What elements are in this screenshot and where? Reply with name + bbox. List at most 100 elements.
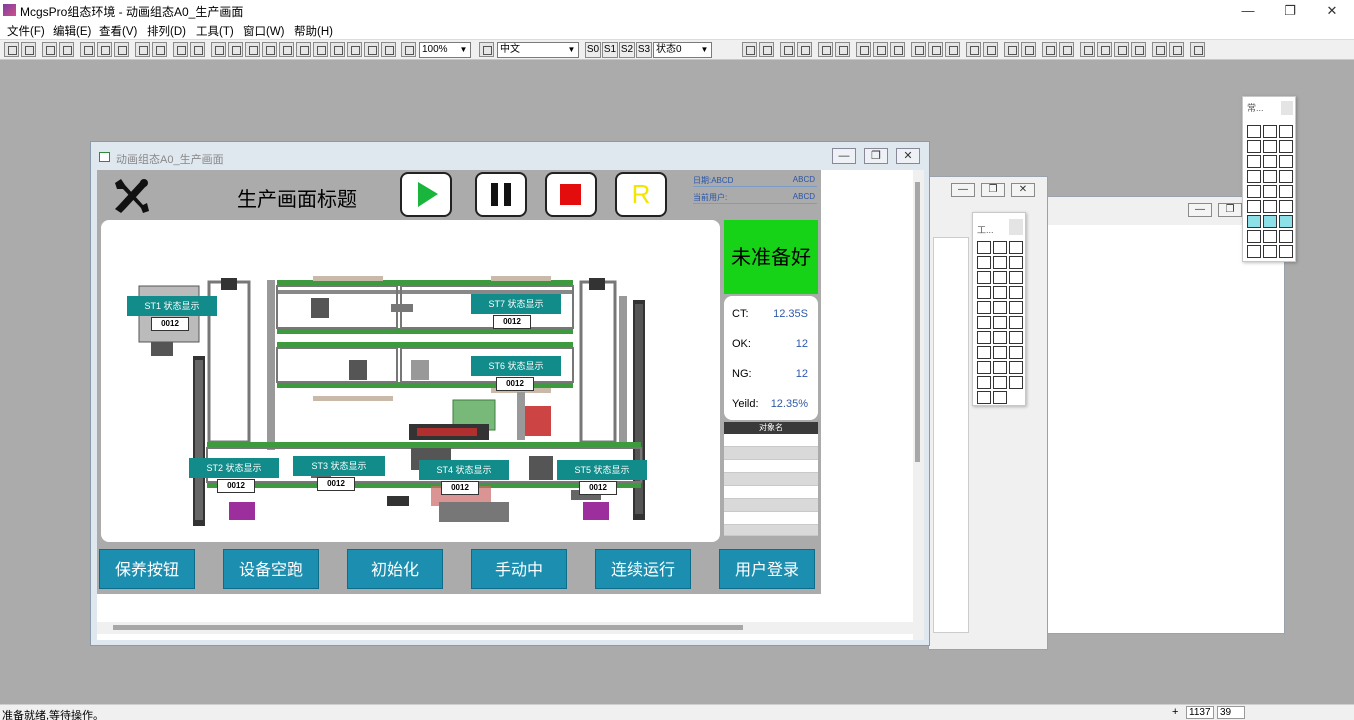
redo-icon[interactable] xyxy=(152,42,167,57)
palette-close-icon[interactable] xyxy=(1009,219,1023,235)
ellipse-icon[interactable] xyxy=(1009,256,1023,269)
wrench-icon[interactable] xyxy=(111,177,151,215)
stop-button[interactable] xyxy=(545,172,597,217)
octagon-icon[interactable] xyxy=(1279,140,1293,153)
chart-icon[interactable] xyxy=(977,346,991,359)
maintenance-button[interactable]: 保养按钮 xyxy=(99,549,195,589)
save-icon[interactable] xyxy=(21,42,36,57)
layout-icon[interactable] xyxy=(945,42,960,57)
menu-arrange[interactable]: 排列(D) xyxy=(147,23,186,39)
help-icon[interactable] xyxy=(401,42,416,57)
print-preview-icon[interactable] xyxy=(59,42,74,57)
play-small-icon[interactable] xyxy=(1279,200,1293,213)
polyline-icon[interactable] xyxy=(977,271,991,284)
common-shapes-palette[interactable]: 常... xyxy=(1242,96,1296,262)
menu-window[interactable]: 窗口(W) xyxy=(243,23,285,39)
arrow-right-icon[interactable] xyxy=(1263,200,1277,213)
connector-icon[interactable] xyxy=(1263,185,1277,198)
language-icon[interactable] xyxy=(479,42,494,57)
pause-button[interactable] xyxy=(475,172,527,217)
pipe-vertical-icon[interactable] xyxy=(1263,230,1277,243)
triangle-icon[interactable] xyxy=(1247,170,1261,183)
table-icon[interactable] xyxy=(993,346,1007,359)
check-icon[interactable] xyxy=(364,42,379,57)
pipe-horizontal-icon[interactable] xyxy=(1247,230,1261,243)
design-canvas[interactable]: 生产画面标题 R 日期:ABCD ABCD 当前用户: ABCD ST1 状态显… xyxy=(97,170,924,640)
rectangle-icon[interactable] xyxy=(977,256,991,269)
image-icon[interactable] xyxy=(1009,271,1023,284)
undo-icon[interactable] xyxy=(135,42,150,57)
table-row[interactable] xyxy=(724,512,818,525)
frame-icon[interactable] xyxy=(1279,215,1293,228)
table-row[interactable] xyxy=(724,447,818,460)
tools-palette[interactable]: 工... xyxy=(972,212,1026,406)
trend-icon[interactable] xyxy=(1009,331,1023,344)
table-row[interactable] xyxy=(724,434,818,447)
label-icon[interactable] xyxy=(977,301,991,314)
cube-icon[interactable] xyxy=(1247,155,1261,168)
frame-icon[interactable] xyxy=(993,286,1007,299)
minimize-button[interactable]: — xyxy=(1226,0,1270,21)
layout-icon[interactable] xyxy=(818,42,833,57)
window-icon[interactable] xyxy=(1009,361,1023,374)
arc-icon[interactable] xyxy=(1009,241,1023,254)
table-row[interactable] xyxy=(724,473,818,486)
layout-icon[interactable] xyxy=(928,42,943,57)
state-s1-button[interactable]: S1 xyxy=(602,42,618,58)
line-icon[interactable] xyxy=(993,241,1007,254)
object-table[interactable]: 对象名 xyxy=(724,422,818,536)
layout-icon[interactable] xyxy=(890,42,905,57)
layout-icon[interactable] xyxy=(1131,42,1146,57)
restore-button[interactable]: ❐ xyxy=(1218,203,1242,217)
continuous-run-button[interactable]: 连续运行 xyxy=(595,549,691,589)
layout-icon[interactable] xyxy=(835,42,850,57)
ellipse-icon[interactable] xyxy=(1263,245,1277,258)
user-login-button[interactable]: 用户登录 xyxy=(719,549,815,589)
layout-icon[interactable] xyxy=(1004,42,1019,57)
pipe-icon[interactable] xyxy=(977,316,991,329)
valve-icon[interactable] xyxy=(1009,316,1023,329)
scrollbar-thumb[interactable] xyxy=(915,182,920,462)
rounded-rect-icon[interactable] xyxy=(1247,140,1261,153)
align-icon[interactable] xyxy=(211,42,226,57)
gif-icon[interactable] xyxy=(993,361,1007,374)
pentagon-arrow-icon[interactable] xyxy=(1247,200,1261,213)
qr-icon[interactable] xyxy=(977,376,991,389)
parallelogram-icon[interactable] xyxy=(1247,125,1261,138)
paste-icon[interactable] xyxy=(114,42,129,57)
layout-icon[interactable] xyxy=(1114,42,1129,57)
language-select[interactable]: 中文 ▼ xyxy=(497,42,579,58)
button-icon[interactable] xyxy=(1009,301,1023,314)
report-icon[interactable] xyxy=(977,361,991,374)
right-triangle-icon[interactable] xyxy=(1263,170,1277,183)
table-row[interactable] xyxy=(724,525,818,536)
pie-icon[interactable] xyxy=(1009,346,1023,359)
layout-icon[interactable] xyxy=(966,42,981,57)
window-icon[interactable] xyxy=(347,42,362,57)
restore-button[interactable]: ❐ xyxy=(981,183,1005,197)
layout-icon[interactable] xyxy=(780,42,795,57)
layout-icon[interactable] xyxy=(911,42,926,57)
bitmap-icon[interactable] xyxy=(977,286,991,299)
align-icon[interactable] xyxy=(296,42,311,57)
table-row[interactable] xyxy=(724,460,818,473)
delay-icon[interactable] xyxy=(1263,155,1277,168)
new-icon[interactable] xyxy=(4,42,19,57)
layout-icon[interactable] xyxy=(742,42,757,57)
cut-icon[interactable] xyxy=(80,42,95,57)
layout-icon[interactable] xyxy=(797,42,812,57)
layout-icon[interactable] xyxy=(856,42,871,57)
menu-help[interactable]: 帮助(H) xyxy=(294,23,333,39)
layout-icon[interactable] xyxy=(1059,42,1074,57)
layout-icon[interactable] xyxy=(1169,42,1184,57)
layout-icon[interactable] xyxy=(873,42,888,57)
grid-icon[interactable] xyxy=(1190,42,1205,57)
main-child-window[interactable]: 动画组态A0_生产画面 — ❐ ✕ 生产画面标题 R 日期:ABCD ABCD … xyxy=(90,141,930,646)
cylinder-icon[interactable] xyxy=(1279,185,1293,198)
properties-icon[interactable] xyxy=(190,42,205,57)
rounded-rect-icon[interactable] xyxy=(993,256,1007,269)
menu-file[interactable]: 文件(F) xyxy=(7,23,45,39)
text-icon[interactable] xyxy=(993,271,1007,284)
flow-icon[interactable] xyxy=(993,316,1007,329)
camera-icon[interactable] xyxy=(1009,376,1023,389)
